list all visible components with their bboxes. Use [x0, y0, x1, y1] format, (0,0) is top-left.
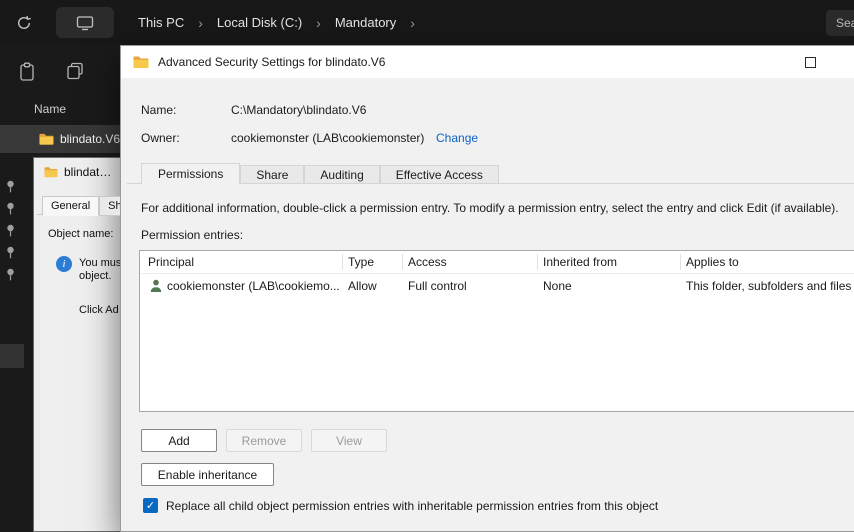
enable-inheritance-button[interactable]: Enable inheritance [141, 463, 274, 486]
add-button[interactable]: Add [141, 429, 217, 452]
breadcrumb-item-local-disk-c[interactable]: Local Disk (C:) [215, 12, 304, 33]
dialog-tabs: Permissions Share Auditing Effective Acc… [141, 163, 499, 184]
search-input[interactable]: Sea [826, 10, 854, 36]
column-separator [342, 254, 343, 270]
cell-applies-to: This folder, subfolders and files [686, 279, 852, 293]
owner-value: cookiemonster (LAB\cookiemonster) [231, 131, 425, 145]
clipboard-icon [20, 62, 34, 81]
maximize-button[interactable] [805, 57, 816, 68]
pin-icon [7, 268, 14, 281]
user-icon [150, 279, 162, 292]
breadcrumb: This PC › Local Disk (C:) › Mandatory › [136, 0, 427, 45]
column-header-applies-to[interactable]: Applies to [686, 251, 739, 273]
chevron-right-icon: › [410, 14, 415, 31]
tab-sharing[interactable]: Sha [99, 196, 120, 216]
change-owner-link[interactable]: Change [436, 131, 478, 145]
chevron-right-icon: › [198, 14, 203, 31]
cell-principal: cookiemonster (LAB\cookiemo... [167, 279, 340, 293]
column-separator [537, 254, 538, 270]
file-name-label: blindato.V6 [59, 132, 120, 146]
folder-icon [39, 133, 54, 145]
remove-button[interactable]: Remove [226, 429, 302, 452]
replace-permissions-label: Replace all child object permission entr… [166, 499, 659, 513]
name-label: Name: [141, 103, 177, 117]
column-header-access[interactable]: Access [408, 251, 447, 273]
column-separator [680, 254, 681, 270]
this-pc-icon [76, 15, 94, 30]
copy-button[interactable] [66, 62, 84, 85]
column-header-name[interactable]: Name [34, 102, 66, 116]
properties-title: blindato.V6 [64, 165, 116, 179]
advanced-security-dialog: Advanced Security Settings for blindato.… [120, 45, 854, 532]
properties-hint-text: Click Ad [79, 304, 119, 316]
folder-icon [133, 56, 149, 68]
dialog-description: For additional information, double-click… [141, 201, 839, 215]
replace-permissions-checkbox[interactable]: ✓ [143, 498, 158, 513]
properties-tabs: General Sha [42, 196, 120, 216]
breadcrumb-item-mandatory[interactable]: Mandatory [333, 12, 398, 33]
refresh-icon [18, 15, 31, 29]
tab-share[interactable]: Share [240, 165, 305, 184]
object-name-label: Object name: [48, 228, 114, 240]
file-row-blindato[interactable]: blindato.V6 [0, 125, 120, 153]
name-value: C:\Mandatory\blindato.V6 [231, 103, 367, 117]
tab-auditing[interactable]: Auditing [304, 165, 380, 184]
properties-titlebar: blindato.V6 [44, 165, 116, 179]
nav-item-highlight [0, 344, 24, 368]
chevron-right-icon: › [316, 14, 321, 31]
view-button[interactable]: View [311, 429, 387, 452]
pin-icon [7, 246, 14, 259]
refresh-button[interactable] [14, 13, 34, 33]
tab-general[interactable]: General [42, 196, 100, 216]
permission-entries-label: Permission entries: [141, 228, 244, 242]
permission-entries-table[interactable]: Principal Type Access Inherited from App… [139, 250, 854, 412]
pin-icon [7, 180, 14, 193]
properties-dialog: blindato.V6 General Sha Object name: i Y… [33, 157, 120, 532]
properties-info-text: You mus [79, 257, 120, 269]
pin-icon [7, 224, 14, 237]
this-pc-address-button[interactable] [56, 7, 114, 38]
info-icon: i [56, 256, 72, 272]
folder-icon [44, 167, 58, 178]
properties-info-text: object. [79, 270, 112, 282]
pin-icon [7, 202, 14, 215]
search-text: Sea [836, 16, 854, 30]
owner-label: Owner: [141, 131, 180, 145]
table-row[interactable]: cookiemonster (LAB\cookiemo... Allow Ful… [140, 274, 854, 298]
dialog-titlebar: Advanced Security Settings for blindato.… [121, 46, 854, 78]
tab-effective-access[interactable]: Effective Access [379, 165, 499, 184]
copy-icon [67, 62, 83, 80]
column-header-principal[interactable]: Principal [148, 251, 194, 273]
column-header-type[interactable]: Type [348, 251, 374, 273]
cell-inherited-from: None [543, 279, 572, 293]
explorer-topbar: This PC › Local Disk (C:) › Mandatory › … [0, 0, 854, 45]
column-separator [402, 254, 403, 270]
column-header-inherited-from[interactable]: Inherited from [543, 251, 617, 273]
breadcrumb-item-this-pc[interactable]: This PC [136, 12, 186, 33]
cell-type: Allow [348, 279, 377, 293]
dialog-title: Advanced Security Settings for blindato.… [158, 55, 386, 69]
clipboard-button[interactable] [18, 62, 36, 87]
tab-permissions[interactable]: Permissions [141, 163, 241, 184]
cell-access: Full control [408, 279, 467, 293]
